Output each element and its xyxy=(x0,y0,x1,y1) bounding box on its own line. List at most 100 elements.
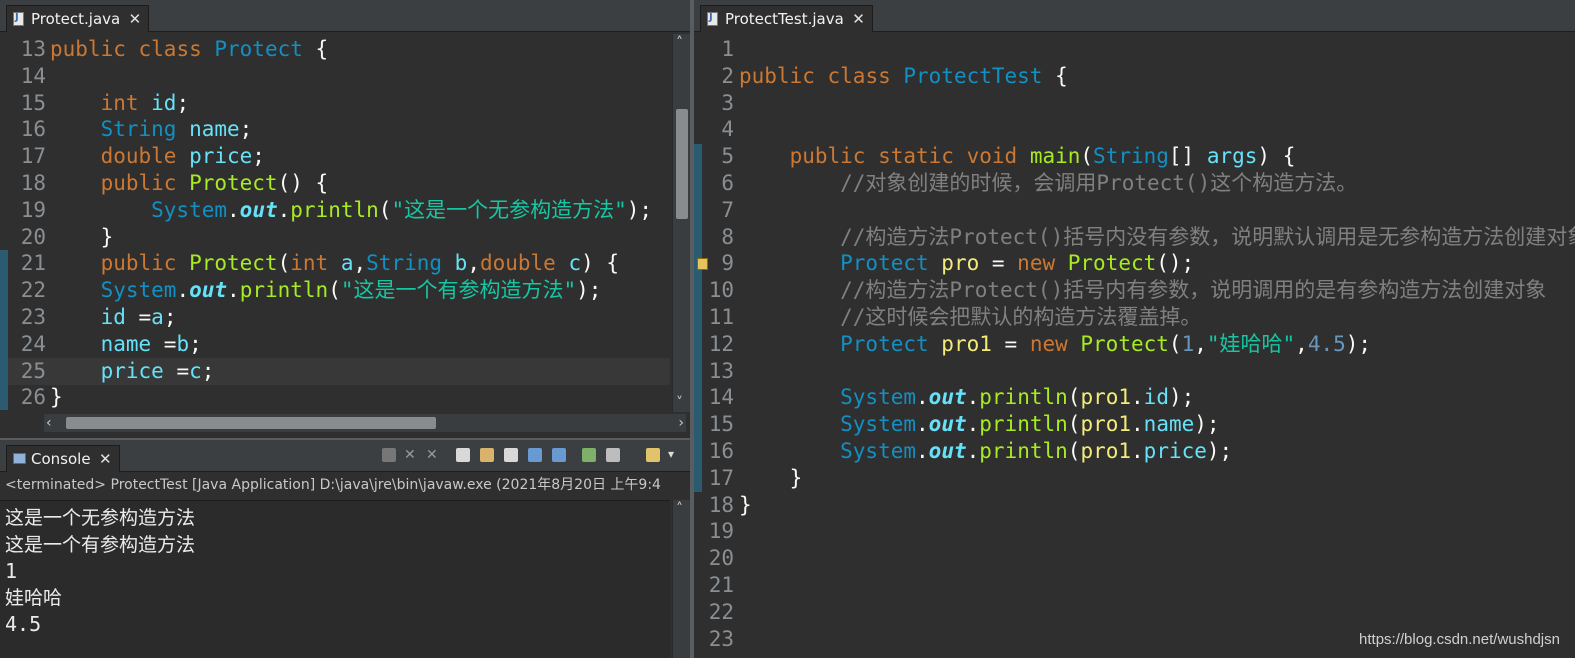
code-token: void xyxy=(966,144,1030,169)
code-line[interactable]: 14 xyxy=(0,63,670,90)
code-token: Protect xyxy=(189,251,278,276)
code-text: } xyxy=(739,492,752,519)
scroll-up-icon[interactable]: ˄ xyxy=(676,500,683,518)
code-token: out xyxy=(189,278,228,303)
tab-protect-java[interactable]: Protect.java ✕ xyxy=(6,5,150,32)
code-token: Protect xyxy=(1080,331,1169,356)
remove-all-icon[interactable]: ✕ xyxy=(426,448,440,462)
code-line[interactable]: 22 System.out.println("这是一个有参构造方法"); xyxy=(0,277,670,304)
close-icon[interactable]: ✕ xyxy=(129,6,142,32)
console-status: <terminated> ProtectTest [Java Applicati… xyxy=(5,477,661,493)
console-vertical-scrollbar[interactable]: ˄ xyxy=(672,500,690,658)
scrollbar-thumb[interactable] xyxy=(66,417,436,429)
scroll-right-icon[interactable]: › xyxy=(678,414,684,432)
code-line[interactable]: 8 //构造方法Protect()括号内没有参数，说明默认调用是无参构造方法创建… xyxy=(694,224,1575,251)
code-line[interactable]: 23 id =a; xyxy=(0,304,670,331)
code-line[interactable]: 22 xyxy=(694,599,1575,626)
code-line[interactable]: 14 System.out.println(pro1.id); xyxy=(694,384,1575,411)
code-token: //构造方法Protect()括号内有参数，说明调用的是有参构造方法创建对象 xyxy=(739,278,1547,303)
console-pane: Console ✕ ✕ ✕ ▾ <terminated> ProtectTest… xyxy=(0,440,690,658)
code-line[interactable]: 10 //构造方法Protect()括号内有参数，说明调用的是有参构造方法创建对… xyxy=(694,277,1575,304)
code-line[interactable]: 9 Protect pro = new Protect(); xyxy=(694,250,1575,277)
code-token: price xyxy=(189,144,253,169)
scroll-left-icon[interactable]: ‹ xyxy=(46,414,52,432)
display-selected-console-icon[interactable] xyxy=(552,448,566,462)
code-text: System.out.println(pro1.name); xyxy=(739,411,1219,438)
console-output-line: 1 xyxy=(5,559,18,583)
code-line[interactable]: 20 xyxy=(694,545,1575,572)
code-token: public xyxy=(50,171,190,195)
clear-console-icon[interactable] xyxy=(456,448,470,462)
code-line[interactable]: 13 public class Protect { xyxy=(0,36,670,63)
scroll-up-icon[interactable]: ˄ xyxy=(676,34,683,52)
code-token: ); xyxy=(626,197,653,222)
code-token: name xyxy=(189,117,240,142)
code-line[interactable]: 13 xyxy=(694,358,1575,385)
code-line[interactable]: 25 price =c; xyxy=(0,357,670,385)
code-line[interactable]: 5 public static void main(String[] args)… xyxy=(694,143,1575,170)
code-token: . xyxy=(966,385,980,410)
code-line[interactable]: 6 //对象创建的时候，会调用Protect()这个构造方法。 xyxy=(694,170,1575,197)
code-line[interactable]: 4 xyxy=(694,116,1575,143)
code-token: println xyxy=(979,439,1068,463)
code-line[interactable]: 2 public class ProtectTest { xyxy=(694,63,1575,90)
code-line[interactable]: 1 xyxy=(694,36,1575,63)
word-wrap-icon[interactable] xyxy=(504,448,518,462)
code-line[interactable]: 12 Protect pro1 = new Protect(1,"娃哈哈",4.… xyxy=(694,331,1575,358)
code-token: pro1 xyxy=(1080,385,1132,410)
pin-console-icon[interactable] xyxy=(528,448,542,462)
scroll-down-icon[interactable]: ˅ xyxy=(676,394,683,412)
right-code-area[interactable]: 1 2 public class ProtectTest {3 4 5 public s… xyxy=(694,32,1575,658)
code-line[interactable]: 20 } xyxy=(0,224,670,251)
code-token: public xyxy=(739,144,879,169)
code-line[interactable]: 19 xyxy=(694,518,1575,545)
code-token: . xyxy=(916,412,929,437)
code-line[interactable]: 11 //这时候会把默认的构造方法覆盖掉。 xyxy=(694,304,1575,331)
code-line[interactable]: 3 xyxy=(694,90,1575,117)
scroll-lock-icon[interactable] xyxy=(480,448,494,462)
code-line[interactable]: 17 } xyxy=(694,465,1575,492)
code-line[interactable]: 19 System.out.println("这是一个无参构造方法"); xyxy=(0,197,670,224)
left-code-area[interactable]: 13 public class Protect {14 15 int id; 16 S… xyxy=(0,32,670,414)
code-token: = xyxy=(176,358,190,383)
close-icon[interactable]: ✕ xyxy=(852,6,865,32)
code-token: () { xyxy=(277,171,329,195)
scrollbar-thumb[interactable] xyxy=(676,109,688,219)
code-token: 1 xyxy=(1181,331,1195,356)
code-line[interactable]: 16 System.out.println(pro1.price); xyxy=(694,438,1575,465)
code-line[interactable]: 26} xyxy=(0,384,670,411)
code-text: public Protect(int a,String b,double c) … xyxy=(50,250,620,277)
code-token: pro xyxy=(941,251,980,276)
code-token: ); xyxy=(1345,331,1372,356)
code-line[interactable]: 18 public Protect() { xyxy=(0,170,670,197)
remove-launch-icon[interactable]: ✕ xyxy=(404,448,418,462)
code-token: //对象创建的时候，会调用Protect()这个构造方法。 xyxy=(739,171,1358,195)
code-line[interactable]: 18} xyxy=(694,492,1575,519)
code-token: pro1 xyxy=(1080,439,1132,463)
open-console-icon[interactable] xyxy=(582,448,596,462)
code-token: = xyxy=(138,305,152,329)
chevron-down-icon[interactable]: ▾ xyxy=(668,446,674,462)
code-line[interactable]: 15 int id; xyxy=(0,90,670,117)
tab-console[interactable]: Console ✕ xyxy=(6,445,120,472)
code-line[interactable]: 21 public Protect(int a,String b,double … xyxy=(0,250,670,277)
code-line[interactable]: 21 xyxy=(694,572,1575,599)
tab-protecttest-java[interactable]: ProtectTest.java ✕ xyxy=(700,5,873,32)
code-token: new xyxy=(1029,331,1081,356)
code-line[interactable]: 24 name =b; xyxy=(0,331,670,358)
code-line[interactable]: 17 double price; xyxy=(0,143,670,170)
console-output[interactable]: 这是一个无参构造方法 这是一个有参构造方法 1 娃哈哈 4.5 xyxy=(0,500,670,658)
close-icon[interactable]: ✕ xyxy=(99,446,112,472)
code-token: . xyxy=(966,412,980,437)
left-horizontal-scrollbar[interactable]: ‹ › xyxy=(44,414,686,432)
left-vertical-scrollbar[interactable]: ˄ ˅ xyxy=(672,34,690,412)
code-line[interactable]: 7 xyxy=(694,197,1575,224)
line-number: 3 xyxy=(721,90,734,115)
new-console-icon[interactable] xyxy=(646,448,660,462)
code-token: out xyxy=(239,197,278,222)
console-view-menu-icon[interactable] xyxy=(606,448,620,462)
code-line[interactable]: 15 System.out.println(pro1.name); xyxy=(694,411,1575,438)
code-line[interactable]: 16 String name; xyxy=(0,116,670,143)
terminate-icon[interactable] xyxy=(382,448,396,462)
code-token: System xyxy=(50,197,228,222)
